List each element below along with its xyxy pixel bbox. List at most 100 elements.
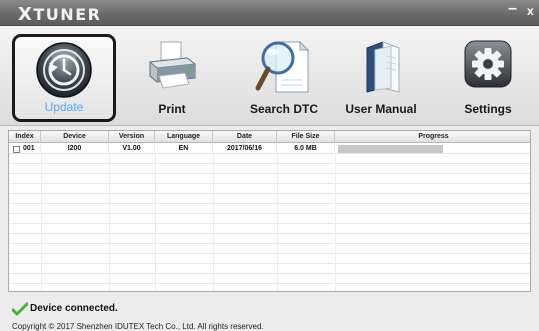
grid-line	[335, 244, 336, 254]
app-title-initial: X	[18, 4, 34, 25]
grid-line	[335, 154, 336, 164]
grid-line	[335, 164, 336, 174]
column-header-language[interactable]: Language	[155, 131, 213, 143]
grid-line	[213, 224, 214, 234]
grid-line	[41, 214, 42, 224]
index-cell: 001	[9, 144, 41, 154]
empty-table-row	[9, 194, 530, 204]
close-button[interactable]: x	[527, 4, 534, 18]
grid-line	[109, 284, 110, 291]
device-cell: I200	[41, 144, 109, 154]
grid-line	[41, 224, 42, 234]
grid-line	[277, 284, 278, 291]
grid-line	[277, 244, 278, 254]
grid-line	[277, 184, 278, 194]
minimize-button[interactable]: –	[508, 0, 517, 18]
grid-line	[41, 164, 42, 174]
grid-line	[277, 264, 278, 274]
grid-line	[277, 154, 278, 164]
grid-line	[213, 244, 214, 254]
grid-line	[335, 224, 336, 234]
grid-line	[109, 154, 110, 164]
grid-line	[109, 204, 110, 214]
version-cell: V1.00	[109, 144, 155, 154]
table-header: Index Device Version Language Date File …	[9, 131, 530, 143]
grid-line	[277, 254, 278, 264]
grid-line	[213, 284, 214, 291]
column-header-file-size[interactable]: File Size	[277, 131, 335, 143]
title-bar: XTUNER – x	[0, 0, 539, 26]
row-checkbox[interactable]	[13, 146, 20, 153]
date-cell: 2017/06/16	[213, 144, 277, 154]
grid-line	[335, 284, 336, 291]
print-button[interactable]: Print	[134, 34, 210, 122]
grid-line	[335, 194, 336, 204]
language-cell: EN	[155, 144, 213, 154]
grid-line	[155, 224, 156, 234]
grid-line	[41, 154, 42, 164]
empty-table-row	[9, 174, 530, 184]
grid-line	[213, 164, 214, 174]
table-row[interactable]: 001 I200 V1.00 EN 2017/06/16 6.0 MB	[9, 144, 530, 154]
update-button[interactable]: Update	[12, 34, 116, 122]
empty-table-row	[9, 214, 530, 224]
grid-line	[109, 274, 110, 284]
grid-line	[155, 284, 156, 291]
empty-table-row	[9, 254, 530, 264]
update-label: Update	[44, 100, 84, 114]
empty-table-row	[9, 244, 530, 254]
file-size-cell: 6.0 MB	[277, 144, 335, 154]
progress-bar-fill	[338, 145, 443, 153]
app-title: XTUNER	[18, 4, 101, 25]
grid-line	[213, 234, 214, 244]
grid-line	[155, 184, 156, 194]
search-dtc-button[interactable]: Search DTC	[238, 34, 330, 122]
user-manual-button[interactable]: User Manual	[340, 34, 422, 122]
magnifier-document-icon	[255, 40, 310, 93]
copyright-text: Copyright © 2017 Shenzhen IDUTEX Tech Co…	[12, 322, 264, 331]
settings-button[interactable]: Settings	[455, 34, 521, 122]
grid-line	[277, 164, 278, 174]
grid-line	[155, 264, 156, 274]
grid-line	[41, 234, 42, 244]
grid-line	[335, 274, 336, 284]
grid-line	[41, 174, 42, 184]
grid-line	[277, 274, 278, 284]
grid-line	[213, 154, 214, 164]
empty-table-row	[9, 184, 530, 194]
grid-line	[335, 254, 336, 264]
status-text: Device connected.	[30, 303, 118, 314]
grid-line	[155, 194, 156, 204]
grid-line	[213, 174, 214, 184]
column-header-index[interactable]: Index	[9, 131, 41, 143]
column-header-date[interactable]: Date	[213, 131, 277, 143]
grid-line	[213, 184, 214, 194]
grid-line	[155, 214, 156, 224]
column-header-progress[interactable]: Progress	[335, 131, 530, 143]
grid-line	[155, 164, 156, 174]
user-manual-label: User Manual	[345, 102, 417, 116]
grid-line	[335, 204, 336, 214]
update-table: Index Device Version Language Date File …	[8, 130, 531, 292]
grid-line	[41, 274, 42, 284]
update-clock-icon	[36, 42, 92, 98]
grid-line	[213, 194, 214, 204]
grid-line	[155, 274, 156, 284]
column-header-device[interactable]: Device	[41, 131, 109, 143]
empty-table-row	[9, 204, 530, 214]
grid-line	[277, 234, 278, 244]
grid-line	[41, 194, 42, 204]
grid-line	[335, 184, 336, 194]
search-dtc-label: Search DTC	[249, 102, 319, 116]
grid-line	[41, 284, 42, 291]
grid-line	[213, 264, 214, 274]
grid-line	[41, 264, 42, 274]
grid-line	[335, 234, 336, 244]
empty-table-row	[9, 224, 530, 234]
grid-line	[109, 214, 110, 224]
grid-line	[109, 174, 110, 184]
grid-line	[109, 194, 110, 204]
empty-table-row	[9, 284, 530, 291]
column-header-version[interactable]: Version	[109, 131, 155, 143]
grid-line	[109, 164, 110, 174]
